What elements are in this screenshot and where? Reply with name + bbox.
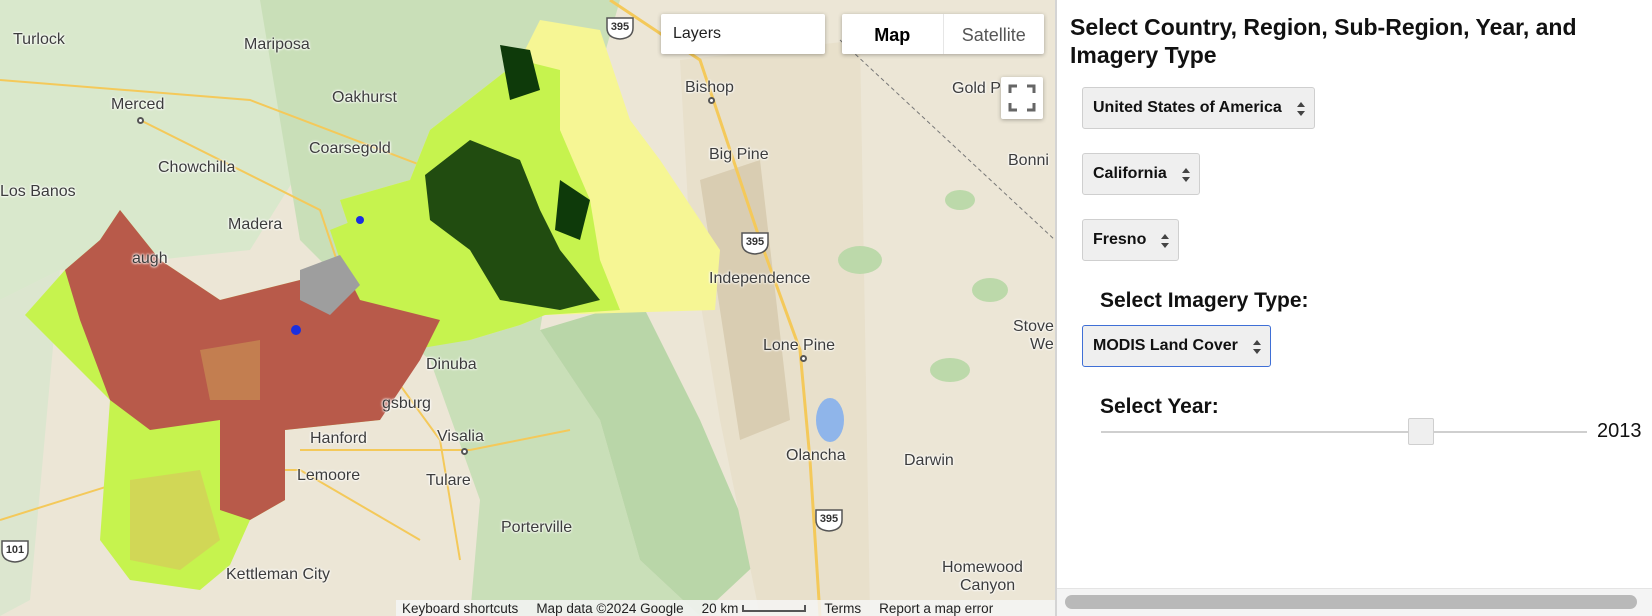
country-select[interactable]: United States of America [1082, 87, 1315, 129]
imagery-type-select[interactable]: MODIS Land Cover [1082, 325, 1271, 367]
place-label: Madera [228, 216, 283, 233]
terms-link[interactable]: Terms [824, 601, 861, 616]
place-label: Independence [709, 270, 811, 287]
map-attribution: Keyboard shortcuts Map data ©2024 Google… [396, 600, 1055, 616]
place-label: Dinuba [426, 356, 477, 373]
place-label: augh [132, 250, 168, 267]
place-label: Canyon [960, 577, 1016, 594]
select-arrows-icon [1252, 340, 1261, 354]
map-type-map-button[interactable]: Map [842, 14, 944, 54]
town-marker [800, 355, 807, 362]
imagery-type-heading: Select Imagery Type: [1100, 289, 1309, 312]
place-label: Stove [1013, 318, 1054, 335]
fullscreen-button[interactable] [1001, 77, 1043, 119]
place-label: Turlock [13, 31, 65, 48]
keyboard-shortcuts-link[interactable]: Keyboard shortcuts [402, 601, 518, 616]
place-label: Olancha [786, 447, 846, 464]
place-label: Merced [111, 96, 165, 113]
place-label: Los Banos [0, 183, 76, 200]
scale-control[interactable]: 20 km [702, 601, 807, 616]
report-map-error-link[interactable]: Report a map error [879, 601, 993, 616]
place-label: Oakhurst [332, 89, 397, 106]
select-arrows-icon [1181, 168, 1190, 182]
place-label: Kettleman City [226, 566, 331, 583]
year-slider-track[interactable] [1101, 431, 1587, 433]
map-data-text: Map data ©2024 Google [536, 600, 684, 616]
highway-395-shield-icon: 395 [814, 508, 844, 532]
map-view[interactable]: Turlock Mariposa Merced Oakhurst Coarseg… [0, 0, 1055, 616]
place-label: Darwin [904, 452, 954, 469]
place-label: Bonni [1008, 152, 1049, 169]
map-type-control: Map Satellite [842, 14, 1044, 54]
highway-101-shield-icon: 101 [0, 539, 30, 563]
place-label: gsburg [382, 395, 431, 412]
place-label: Porterville [501, 519, 573, 536]
place-label: Tulare [426, 472, 471, 489]
place-label: Coarsegold [309, 140, 391, 157]
year-heading: Select Year: [1100, 395, 1219, 418]
place-label: Chowchilla [158, 159, 236, 176]
town-marker [137, 117, 144, 124]
place-label: Bishop [685, 79, 734, 96]
panel-title: Select Country, Region, Sub-Region, Year… [1070, 14, 1577, 68]
scale-bar [742, 605, 807, 613]
layers-control[interactable]: Layers [661, 14, 825, 54]
map-type-satellite-button[interactable]: Satellite [944, 14, 1045, 54]
place-label: We [1030, 336, 1054, 353]
region-select[interactable]: California [1082, 153, 1200, 195]
scale-label: 20 km [701, 600, 739, 616]
year-slider-thumb[interactable] [1408, 418, 1434, 445]
place-label: Visalia [437, 428, 484, 445]
select-arrows-icon [1161, 234, 1170, 248]
place-label: Big Pine [709, 146, 769, 163]
highway-395-shield-icon: 395 [740, 231, 770, 255]
place-label: Lone Pine [763, 337, 836, 354]
select-arrows-icon [1296, 102, 1305, 116]
place-label: Gold P [952, 80, 1001, 97]
horizontal-scrollbar[interactable] [1057, 588, 1652, 616]
highway-395-shield-icon: 395 [605, 16, 635, 40]
town-marker [461, 448, 468, 455]
control-panel: Select Country, Region, Sub-Region, Year… [1055, 0, 1652, 616]
subregion-select[interactable]: Fresno [1082, 219, 1180, 261]
subregion-select-value: Fresno [1093, 231, 1147, 248]
year-slider-value: 2013 [1597, 420, 1642, 442]
region-select-value: California [1093, 165, 1167, 182]
place-label: Lemoore [297, 467, 361, 484]
imagery-type-select-value: MODIS Land Cover [1093, 337, 1238, 354]
place-label: Mariposa [244, 36, 310, 53]
place-label: Homewood [942, 559, 1023, 576]
fullscreen-icon [1008, 84, 1036, 112]
town-marker [708, 97, 715, 104]
place-label: Hanford [310, 430, 367, 447]
scrollbar-thumb[interactable] [1065, 595, 1637, 609]
country-select-value: United States of America [1093, 99, 1282, 116]
